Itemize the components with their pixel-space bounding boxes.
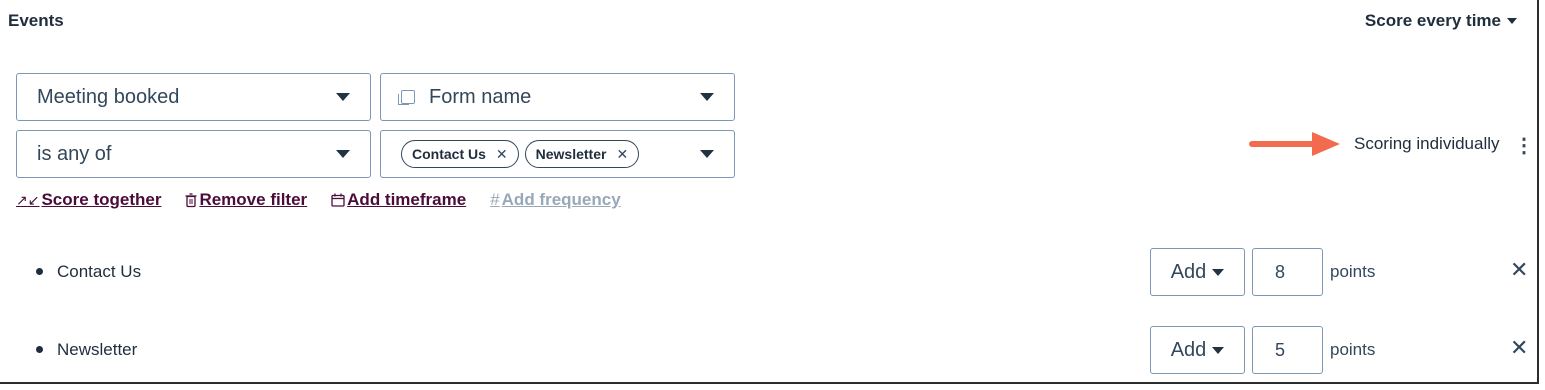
score-together-label: Score together [41, 190, 162, 209]
value-chip-label: Newsletter [535, 146, 607, 162]
points-input[interactable]: 8 [1252, 248, 1323, 296]
remove-filter-label: Remove filter [199, 190, 308, 209]
add-timeframe-link[interactable]: Add timeframe [331, 190, 466, 210]
chevron-down-icon [336, 150, 350, 158]
trash-icon [185, 192, 197, 207]
list-item-label: Newsletter [57, 340, 138, 359]
calendar-icon [331, 193, 345, 207]
property-select[interactable]: Form name [380, 73, 735, 121]
points-unit: points [1330, 340, 1376, 359]
chevron-down-icon [1212, 346, 1225, 354]
chevron-down-icon [336, 93, 350, 101]
list-bullet [36, 268, 43, 275]
chevron-down-icon [1212, 268, 1225, 276]
collapse-arrows-icon: ↗↙ [16, 191, 40, 208]
property-select-value: Form name [429, 85, 532, 108]
form-icon [398, 90, 415, 105]
points-input[interactable]: 5 [1252, 326, 1323, 374]
event-select-value: Meeting booked [37, 85, 180, 108]
values-multiselect[interactable]: Contact Us ✕ Newsletter ✕ [380, 130, 735, 178]
list-bullet [36, 346, 43, 353]
points-unit: points [1330, 262, 1376, 281]
hash-icon: # [490, 190, 500, 209]
points-value: 5 [1275, 339, 1286, 360]
close-icon[interactable]: ✕ [1510, 335, 1528, 361]
filter-actions: ↗↙ Score together Remove filter Add time… [16, 190, 621, 210]
annotation-arrow [1249, 132, 1340, 156]
value-chip: Contact Us ✕ [401, 140, 519, 168]
events-panel: Events Score every time Meeting booked F… [0, 0, 1539, 384]
list-item-label: Contact Us [57, 262, 142, 281]
points-action-label: Add [1170, 260, 1207, 283]
chevron-down-icon [700, 150, 714, 158]
points-action-select[interactable]: Add [1150, 248, 1245, 296]
score-mode-dropdown[interactable]: Score every time [1365, 11, 1517, 31]
event-select[interactable]: Meeting booked [16, 73, 371, 121]
add-frequency-label: Add frequency [501, 190, 621, 209]
score-mode-label: Score every time [1364, 11, 1501, 30]
operator-select[interactable]: is any of [16, 130, 371, 178]
scoring-status: Scoring individually [1354, 134, 1500, 153]
add-frequency-link[interactable]: # Add frequency [490, 190, 621, 210]
score-together-link[interactable]: ↗↙ Score together [16, 190, 161, 210]
section-title: Events [8, 11, 64, 30]
value-chip-label: Contact Us [412, 146, 486, 162]
value-chips: Contact Us ✕ Newsletter ✕ [381, 140, 700, 168]
close-icon[interactable]: ✕ [616, 146, 628, 163]
chevron-down-icon [700, 93, 714, 101]
value-chip: Newsletter ✕ [524, 140, 640, 168]
close-icon[interactable]: ✕ [496, 146, 508, 163]
kebab-menu-icon[interactable]: ⋮ [1514, 133, 1534, 158]
points-action-label: Add [1170, 338, 1207, 361]
points-value: 8 [1275, 261, 1286, 282]
remove-filter-link[interactable]: Remove filter [185, 190, 307, 210]
points-action-select[interactable]: Add [1150, 326, 1245, 374]
close-icon[interactable]: ✕ [1510, 257, 1528, 283]
operator-select-value: is any of [37, 142, 112, 165]
chevron-down-icon [1507, 18, 1517, 24]
add-timeframe-label: Add timeframe [347, 190, 467, 209]
